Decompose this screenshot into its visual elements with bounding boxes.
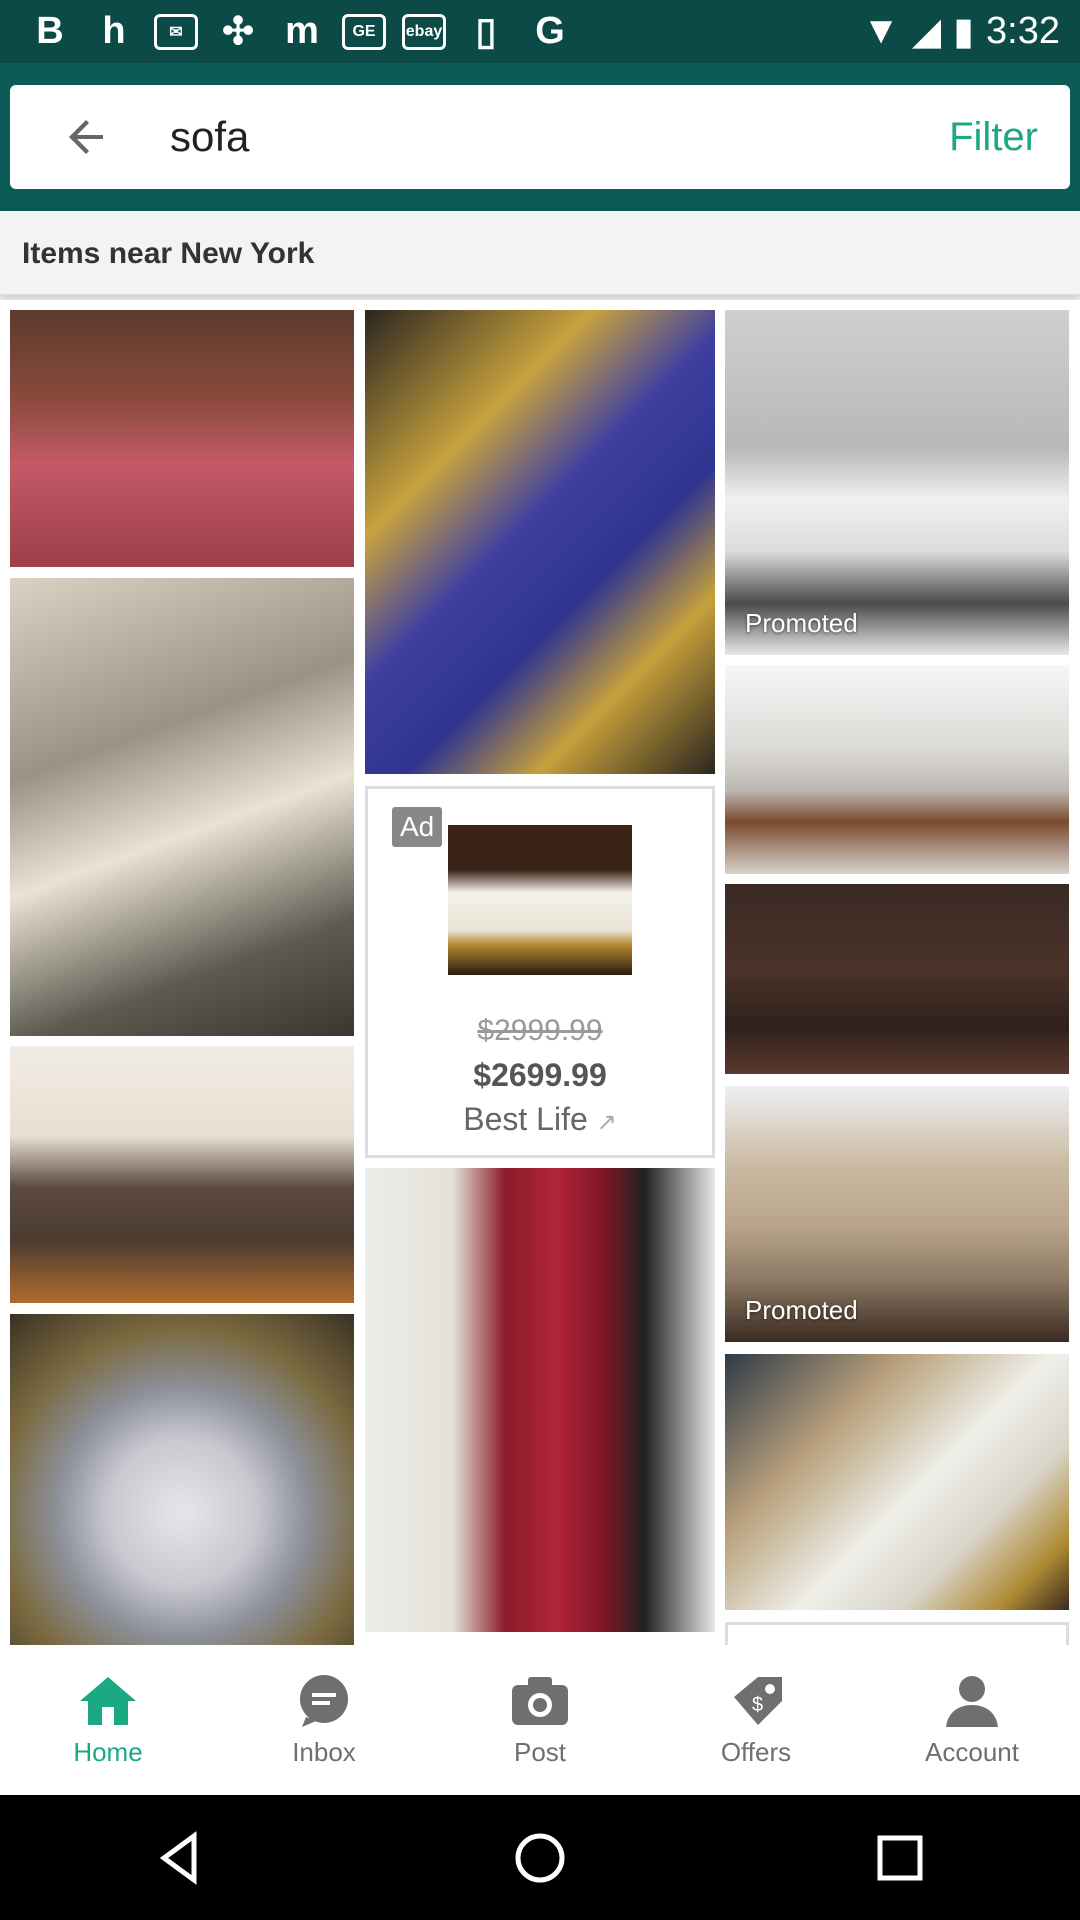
- tag-icon: $: [734, 1676, 782, 1725]
- cross-app-icon: ✣: [222, 11, 254, 53]
- search-bar[interactable]: sofa Filter: [10, 85, 1070, 189]
- ad-seller: Best Life: [463, 1101, 588, 1137]
- camera-icon: [512, 1676, 568, 1725]
- arrow-left-icon: [69, 120, 103, 154]
- item-white-chaise[interactable]: [725, 1354, 1069, 1610]
- ad-old-price: $2999.99: [477, 1014, 603, 1047]
- app-header: sofa Filter: [0, 63, 1080, 211]
- svg-text:$: $: [752, 1694, 763, 1716]
- location-header: Items near New York: [0, 211, 1080, 295]
- results-grid[interactable]: Ad $2999.99 $2699.99 Best Life ↗ Promote…: [0, 300, 1080, 1645]
- nav-inbox[interactable]: Inbox: [216, 1645, 432, 1795]
- system-back-button[interactable]: [120, 1798, 240, 1918]
- circle-home-icon: [515, 1833, 565, 1882]
- battery-icon: ▮: [953, 11, 975, 53]
- nav-offers-label: Offers: [720, 1736, 792, 1767]
- ge-icon: GE: [342, 13, 386, 50]
- notification-h-icon: h: [102, 10, 126, 52]
- home-icon: [80, 1676, 136, 1725]
- nav-account[interactable]: Account: [864, 1645, 1080, 1795]
- item-ceiling-medallion[interactable]: [10, 1314, 354, 1645]
- ad-price: $2699.99: [473, 1057, 607, 1093]
- ad-seller-link[interactable]: Best Life ↗: [368, 1101, 712, 1138]
- ebay-icon: ebay: [402, 13, 446, 50]
- signal-icon: ◢: [911, 11, 942, 53]
- promoted-label: Promoted: [745, 608, 858, 638]
- ad-card[interactable]: Ad $2999.99 $2699.99 Best Life ↗: [365, 786, 715, 1158]
- google-icon: G: [535, 10, 565, 52]
- item-blue-throne-chair[interactable]: [365, 310, 715, 774]
- item-dark-sectional[interactable]: [725, 884, 1069, 1074]
- status-bar: B h ✉ ✣ m GE ebay ▯ G ▼ ◢ ▮ 3:32: [0, 0, 1080, 63]
- notification-b-icon: B: [36, 10, 64, 52]
- nav-home-label: Home: [73, 1736, 143, 1767]
- square-recents-icon: [877, 1835, 923, 1880]
- promoted-label: Promoted: [745, 1295, 858, 1325]
- item-partial-next[interactable]: [725, 1622, 1069, 1645]
- system-status: ▼ ◢ ▮ 3:32: [862, 9, 1060, 54]
- phone-icon: ▯: [475, 11, 497, 53]
- nav-inbox-label: Inbox: [292, 1736, 356, 1767]
- wifi-icon: ▼: [862, 10, 900, 52]
- filter-button[interactable]: Filter: [949, 115, 1038, 160]
- back-button[interactable]: [40, 85, 134, 189]
- ad-image-white-sofa: [448, 825, 632, 975]
- item-silver-throne-loveseat[interactable]: [10, 578, 354, 1036]
- nav-post[interactable]: Post: [432, 1645, 648, 1795]
- external-link-icon: ↗: [596, 1109, 617, 1136]
- item-pink-sofa[interactable]: [10, 310, 354, 567]
- item-brown-sofa[interactable]: [10, 1046, 354, 1303]
- nav-offers[interactable]: $ Offers: [648, 1645, 864, 1795]
- search-query[interactable]: sofa: [134, 113, 949, 161]
- nav-account-label: Account: [925, 1736, 1019, 1767]
- mail-icon: ✉: [154, 13, 198, 50]
- item-living-room[interactable]: [725, 665, 1069, 874]
- bottom-navigation: Home Inbox Post $ Offers Account: [0, 1645, 1080, 1795]
- clock: 3:32: [986, 10, 1060, 52]
- ad-badge: Ad: [392, 807, 443, 847]
- account-icon: [946, 1675, 998, 1727]
- nav-home[interactable]: Home: [0, 1645, 216, 1795]
- system-recents-button[interactable]: [840, 1798, 960, 1918]
- item-red-wingback-chair[interactable]: [365, 1168, 715, 1632]
- item-beige-sectional-promoted[interactable]: Promoted: [725, 1086, 1069, 1342]
- android-navigation-bar: [0, 1795, 1080, 1920]
- item-white-sectional-promoted[interactable]: Promoted: [725, 310, 1069, 655]
- chat-icon: [300, 1674, 348, 1727]
- notification-icons: B h ✉ ✣ m GE ebay ▯ G: [26, 10, 574, 53]
- nav-post-label: Post: [513, 1736, 567, 1767]
- triangle-back-icon: [159, 1830, 197, 1885]
- system-home-button[interactable]: [480, 1798, 600, 1918]
- location-title: Items near New York: [22, 237, 315, 270]
- notification-m-icon: m: [285, 10, 319, 52]
